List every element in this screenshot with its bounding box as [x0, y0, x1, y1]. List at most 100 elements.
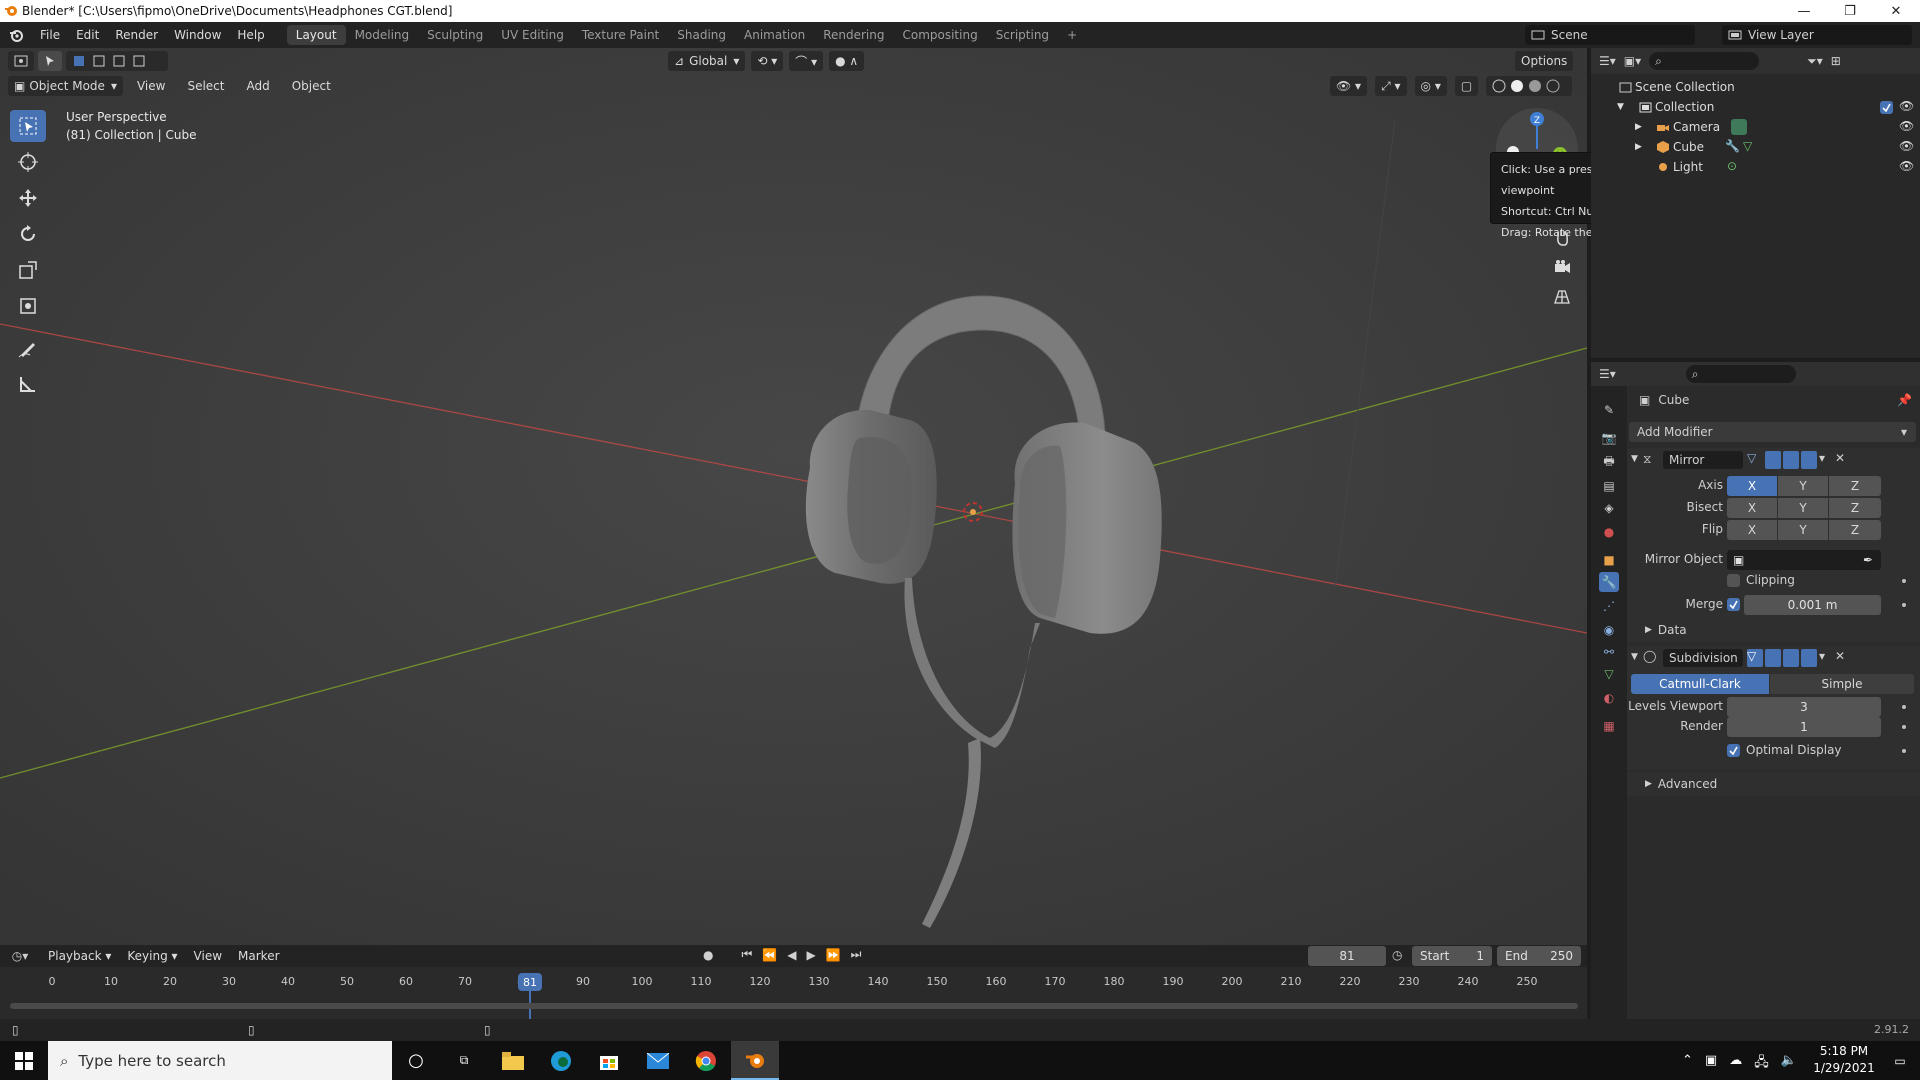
- merge-checkbox[interactable]: [1727, 598, 1740, 611]
- select-tool[interactable]: [10, 110, 46, 142]
- editmode-toggle-icon[interactable]: [1765, 451, 1781, 469]
- merge-distance-field[interactable]: 0.001 m: [1744, 595, 1881, 615]
- outliner-row-collection[interactable]: ▼ Collection 👁: [1591, 97, 1920, 117]
- menu-render[interactable]: Render: [107, 28, 166, 42]
- expand-arrow-icon[interactable]: ▶: [1635, 122, 1653, 132]
- viewport-menu-object[interactable]: Object: [284, 79, 339, 93]
- render-toggle-icon[interactable]: [1801, 649, 1817, 667]
- tab-animation[interactable]: Animation: [735, 25, 814, 45]
- menu-help[interactable]: Help: [229, 28, 272, 42]
- outliner-row-scene-collection[interactable]: Scene Collection: [1591, 77, 1920, 97]
- axis-y-toggle[interactable]: Y: [1778, 476, 1828, 496]
- mail-icon[interactable]: [634, 1041, 682, 1080]
- modifier-tab-wrench-icon[interactable]: 🔧: [1599, 572, 1619, 592]
- levels-viewport-field[interactable]: 3: [1727, 697, 1881, 717]
- tab-sculpting[interactable]: Sculpting: [418, 25, 492, 45]
- tab-scripting[interactable]: Scripting: [987, 25, 1058, 45]
- outliner-row-camera[interactable]: ▶ Camera 👁: [1591, 117, 1920, 137]
- material-tab-icon[interactable]: ◐: [1599, 688, 1619, 708]
- collapse-arrow-icon[interactable]: ▼: [1631, 652, 1638, 662]
- blender-taskbar-icon[interactable]: [731, 1041, 779, 1080]
- collection-checkbox[interactable]: [1880, 101, 1893, 114]
- eye-icon[interactable]: 👁: [1899, 119, 1914, 133]
- mode-dropdown[interactable]: ▣ Object Mode ▾: [8, 76, 123, 96]
- camera-data-icon[interactable]: [1731, 119, 1747, 135]
- taskbar-search-box[interactable]: ⌕ Type here to search: [48, 1041, 392, 1080]
- measure-tool[interactable]: [10, 368, 46, 400]
- viewport-toggle-icon[interactable]: [1783, 451, 1799, 469]
- scale-tool[interactable]: [10, 254, 46, 286]
- outliner-row-light[interactable]: Light ⊙ 👁: [1591, 157, 1920, 177]
- edit-cage-icon[interactable]: ▽: [1747, 649, 1763, 667]
- proportional-edit-button[interactable]: ● ∧: [829, 51, 865, 71]
- view-layer-selector[interactable]: View Layer: [1722, 25, 1912, 45]
- constraints-tab-icon[interactable]: ⚯: [1599, 642, 1619, 662]
- onedrive-icon[interactable]: ☁: [1729, 1053, 1742, 1075]
- new-collection-icon[interactable]: ⊞: [1831, 54, 1841, 68]
- viewport-menu-add[interactable]: Add: [238, 79, 277, 93]
- selection-mode-buttons[interactable]: [66, 51, 168, 71]
- snap-button[interactable]: ⌒ ▾: [789, 51, 824, 71]
- tab-modeling[interactable]: Modeling: [346, 25, 419, 45]
- subdivision-advanced-subpanel[interactable]: ▶ Advanced: [1627, 772, 1920, 796]
- edit-cage-icon[interactable]: ▽: [1747, 451, 1763, 469]
- overlay-toggle-button[interactable]: ◎ ▾: [1414, 76, 1447, 96]
- viewport-menu-select[interactable]: Select: [179, 79, 232, 93]
- bisect-x-toggle[interactable]: X: [1727, 498, 1777, 518]
- optimal-display-checkbox[interactable]: [1727, 744, 1740, 757]
- expand-arrow-icon[interactable]: ▶: [1635, 142, 1653, 152]
- timeline-scrollbar[interactable]: [10, 1003, 1578, 1009]
- bisect-z-toggle[interactable]: Z: [1829, 498, 1881, 518]
- flip-y-toggle[interactable]: Y: [1778, 520, 1828, 540]
- axis-z-toggle[interactable]: Z: [1829, 476, 1881, 496]
- chevron-down-icon[interactable]: ▾: [1819, 649, 1833, 667]
- menu-file[interactable]: File: [32, 28, 68, 42]
- pin-icon[interactable]: 📌: [1897, 393, 1912, 407]
- expand-arrow-icon[interactable]: ▼: [1617, 102, 1635, 112]
- minimize-button[interactable]: —: [1781, 0, 1827, 22]
- light-data-icon[interactable]: ⊙: [1727, 159, 1737, 173]
- outliner-row-cube[interactable]: ▶ Cube 🔧 ▽ 👁: [1591, 137, 1920, 157]
- eyedropper-icon[interactable]: ✒: [1863, 553, 1873, 567]
- gizmo-toggle-button[interactable]: ⤢ ▾: [1375, 76, 1407, 96]
- simple-button[interactable]: Simple: [1770, 674, 1914, 694]
- menu-edit[interactable]: Edit: [68, 28, 107, 42]
- menu-window[interactable]: Window: [166, 28, 229, 42]
- filter-icon[interactable]: ⏷▾: [1807, 54, 1823, 69]
- tray-chevron-up-icon[interactable]: ⌃: [1682, 1053, 1693, 1075]
- move-tool[interactable]: [10, 182, 46, 214]
- mirror-name-field[interactable]: Mirror: [1663, 451, 1743, 469]
- scene-tab-icon[interactable]: ◈: [1599, 498, 1619, 518]
- data-tab-icon[interactable]: ▽: [1599, 664, 1619, 684]
- collapse-arrow-icon[interactable]: ▼: [1631, 454, 1638, 464]
- task-view-icon[interactable]: ⧉: [440, 1041, 488, 1080]
- object-tab-icon[interactable]: ■: [1599, 550, 1619, 570]
- cursor-tool[interactable]: [10, 146, 46, 178]
- display-mode-icon[interactable]: ▣▾: [1624, 54, 1641, 68]
- close-icon[interactable]: ✕: [1835, 451, 1851, 469]
- select-box-tool-button[interactable]: [38, 51, 62, 71]
- restore-button[interactable]: ❐: [1827, 0, 1873, 22]
- timeline-track-area[interactable]: 0102030405060708090100110120130140150160…: [0, 967, 1587, 1019]
- transform-tool[interactable]: [10, 290, 46, 322]
- chevron-down-icon[interactable]: ▾: [1819, 451, 1833, 469]
- tab-compositing[interactable]: Compositing: [893, 25, 986, 45]
- visibility-icon[interactable]: 👁 ▾: [1330, 76, 1368, 96]
- keyframe-dot-icon[interactable]: [1902, 725, 1906, 729]
- eye-icon[interactable]: 👁: [1899, 99, 1914, 113]
- cortana-icon[interactable]: ○: [392, 1041, 440, 1080]
- perspective-toggle-grid-icon[interactable]: [1548, 283, 1576, 311]
- keyframe-dot-icon[interactable]: [1902, 579, 1906, 583]
- close-icon[interactable]: ✕: [1835, 649, 1851, 667]
- tab-layout[interactable]: Layout: [286, 25, 346, 45]
- render-tab-icon[interactable]: 📷: [1599, 428, 1619, 448]
- rotate-tool[interactable]: [10, 218, 46, 250]
- add-workspace-button[interactable]: +: [1058, 25, 1086, 45]
- keyframe-dot-icon[interactable]: [1902, 705, 1906, 709]
- store-icon[interactable]: [585, 1041, 633, 1080]
- transform-orientation-dropdown[interactable]: ⊿ Global ▾: [668, 51, 746, 71]
- subdivision-name-field[interactable]: Subdivision: [1663, 649, 1743, 667]
- options-dropdown[interactable]: Options: [1515, 51, 1574, 71]
- keyframe-dot-icon[interactable]: [1902, 603, 1906, 607]
- tab-shading[interactable]: Shading: [668, 25, 735, 45]
